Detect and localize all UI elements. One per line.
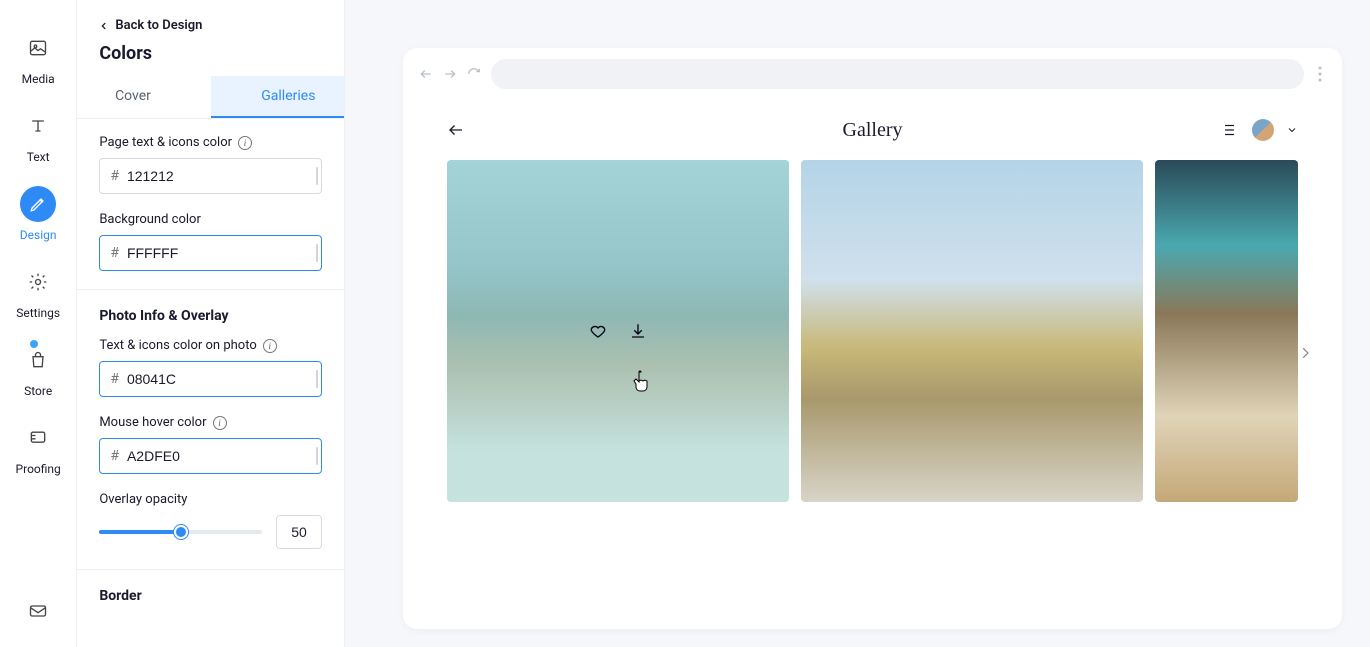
rail-label: Settings [16,306,60,320]
info-icon[interactable]: i [213,416,227,430]
text-on-photo-label: Text & icons color on photo i [99,338,322,353]
hash-prefix: # [110,168,119,184]
rail-item-mail[interactable] [20,593,56,629]
slider-fill [99,530,180,534]
text-on-photo-field[interactable]: # [99,361,322,397]
border-heading: Border [99,588,322,604]
hash-prefix: # [110,371,119,387]
rail-item-settings[interactable]: Settings [16,264,60,320]
photo-info-heading: Photo Info & Overlay [99,308,322,324]
hash-prefix: # [110,245,119,261]
tab-galleries[interactable]: Galleries [211,76,345,118]
gallery-back-icon[interactable] [447,121,465,139]
gallery-thumb[interactable] [801,160,1143,502]
opacity-label: Overlay opacity [99,492,322,507]
page-text-color-label: Page text & icons color i [99,135,322,150]
heart-icon[interactable] [589,322,607,340]
hash-prefix: # [110,448,119,464]
opacity-value-input[interactable] [276,515,322,549]
back-label: Back to Design [115,18,202,33]
carousel-next-icon[interactable] [1298,342,1312,364]
bag-icon [20,342,56,378]
tab-cover[interactable]: Cover [77,76,210,118]
chevron-down-icon[interactable] [1286,124,1298,136]
preview-window: Gallery [403,48,1342,629]
avatar[interactable] [1252,119,1274,141]
mail-icon [20,593,56,629]
background-color-input[interactable] [127,245,308,261]
design-panel: Back to Design Colors Cover Galleries Pa… [77,0,345,647]
preview-area: Gallery [345,0,1370,647]
browser-forward-icon[interactable] [443,67,457,81]
color-swatch[interactable] [316,244,318,262]
gallery-grid [403,160,1342,546]
rail-label: Text [27,150,50,164]
pencil-icon [20,186,56,222]
panel-tabs: Cover Galleries [77,76,345,119]
browser-refresh-icon[interactable] [467,67,481,81]
gallery-title: Gallery [843,119,903,142]
kebab-menu-icon[interactable] [1314,66,1326,82]
rail-label: Proofing [16,462,61,476]
back-to-design-link[interactable]: Back to Design [99,18,322,33]
text-on-photo-input[interactable] [127,371,308,387]
rail-label: Design [20,228,57,242]
image-icon [20,30,56,66]
panel-title: Colors [99,43,322,64]
page-text-color-field[interactable]: # [99,158,322,194]
gallery-header: Gallery [403,100,1342,160]
rail-item-media[interactable]: Media [20,30,56,86]
info-icon[interactable]: i [263,339,277,353]
color-swatch[interactable] [316,167,318,185]
list-view-icon[interactable] [1222,123,1240,137]
divider [77,289,344,290]
gallery-thumb[interactable] [1155,160,1298,502]
rail-item-proofing[interactable]: Proofing [16,420,61,476]
url-bar[interactable] [491,59,1304,89]
browser-back-icon[interactable] [419,67,433,81]
browser-bar [403,48,1342,100]
hover-color-label: Mouse hover color i [99,415,322,430]
info-icon[interactable]: i [238,136,252,150]
background-color-field[interactable]: # [99,235,322,271]
thumb-actions [589,322,647,340]
opacity-slider[interactable] [99,530,262,534]
rail-label: Media [22,72,55,86]
gear-icon [20,264,56,300]
rail-label: Store [24,384,52,398]
rail-item-store[interactable]: Store [20,342,56,398]
hover-color-input[interactable] [127,448,308,464]
gallery-thumb[interactable] [447,160,789,502]
chevron-left-icon [99,21,109,31]
color-swatch[interactable] [316,447,318,465]
hover-color-field[interactable]: # [99,438,322,474]
slider-thumb[interactable] [174,525,188,539]
background-color-label: Background color [99,212,322,227]
download-icon[interactable] [629,322,647,340]
text-icon [20,108,56,144]
page-text-color-input[interactable] [127,168,308,184]
color-swatch[interactable] [316,370,318,388]
rail-item-text[interactable]: Text [20,108,56,164]
divider [77,569,344,570]
main-rail: Media Text Design Settings Store [0,0,77,647]
proofing-icon [20,420,56,456]
rail-item-design[interactable]: Design [20,186,57,242]
